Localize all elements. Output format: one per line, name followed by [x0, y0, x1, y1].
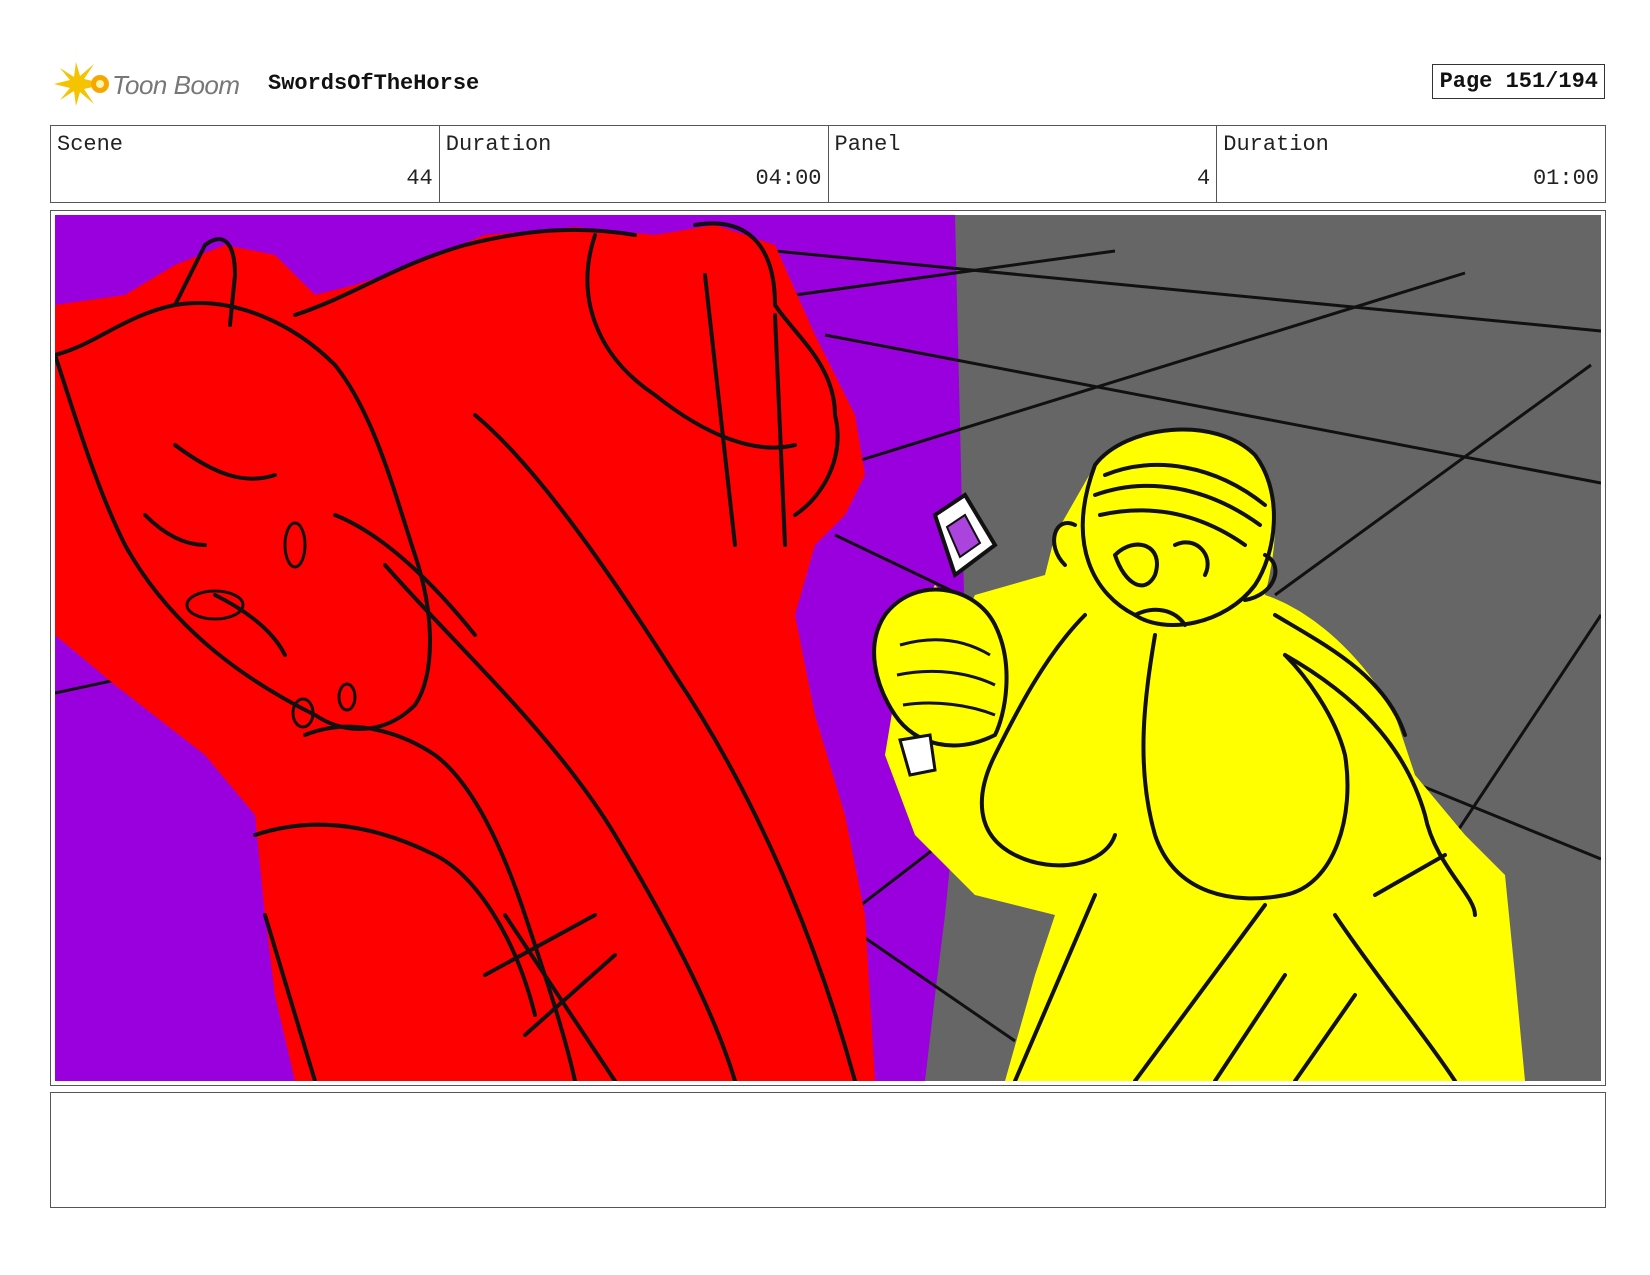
page-indicator: Page 151/194 — [1431, 64, 1605, 99]
scene-label: Scene — [57, 132, 124, 157]
project-title: SwordsOfTheHorse — [268, 71, 480, 96]
panel-duration-value: 01:00 — [1532, 166, 1599, 191]
scene-value: 44 — [406, 166, 433, 191]
panel-duration-cell: Duration 01:00 — [1217, 126, 1605, 202]
sketch-illustration — [55, 215, 1601, 1081]
storyboard-drawing — [55, 215, 1601, 1081]
scene-info-table: Scene 44 Duration 04:00 Panel 4 Duration… — [50, 125, 1606, 203]
panel-value: 4 — [1197, 166, 1211, 191]
panel-notes-box[interactable] — [50, 1092, 1606, 1208]
starburst-icon — [54, 62, 109, 106]
scene-duration-label: Duration — [445, 132, 552, 157]
storyboard-header: Toon Boom SwordsOfTheHorse Page 151/194 — [50, 56, 1605, 112]
logo-wordmark: Toon Boom — [112, 70, 240, 100]
panel-image-frame — [50, 210, 1606, 1086]
panel-cell: Panel 4 — [829, 126, 1218, 202]
panel-duration-label: Duration — [1223, 132, 1329, 157]
toon-boom-logo: Toon Boom — [54, 60, 264, 108]
scene-duration-value: 04:00 — [755, 166, 822, 191]
scene-cell: Scene 44 — [51, 126, 440, 202]
scene-duration-cell: Duration 04:00 — [440, 126, 829, 202]
panel-label: Panel — [834, 132, 901, 157]
